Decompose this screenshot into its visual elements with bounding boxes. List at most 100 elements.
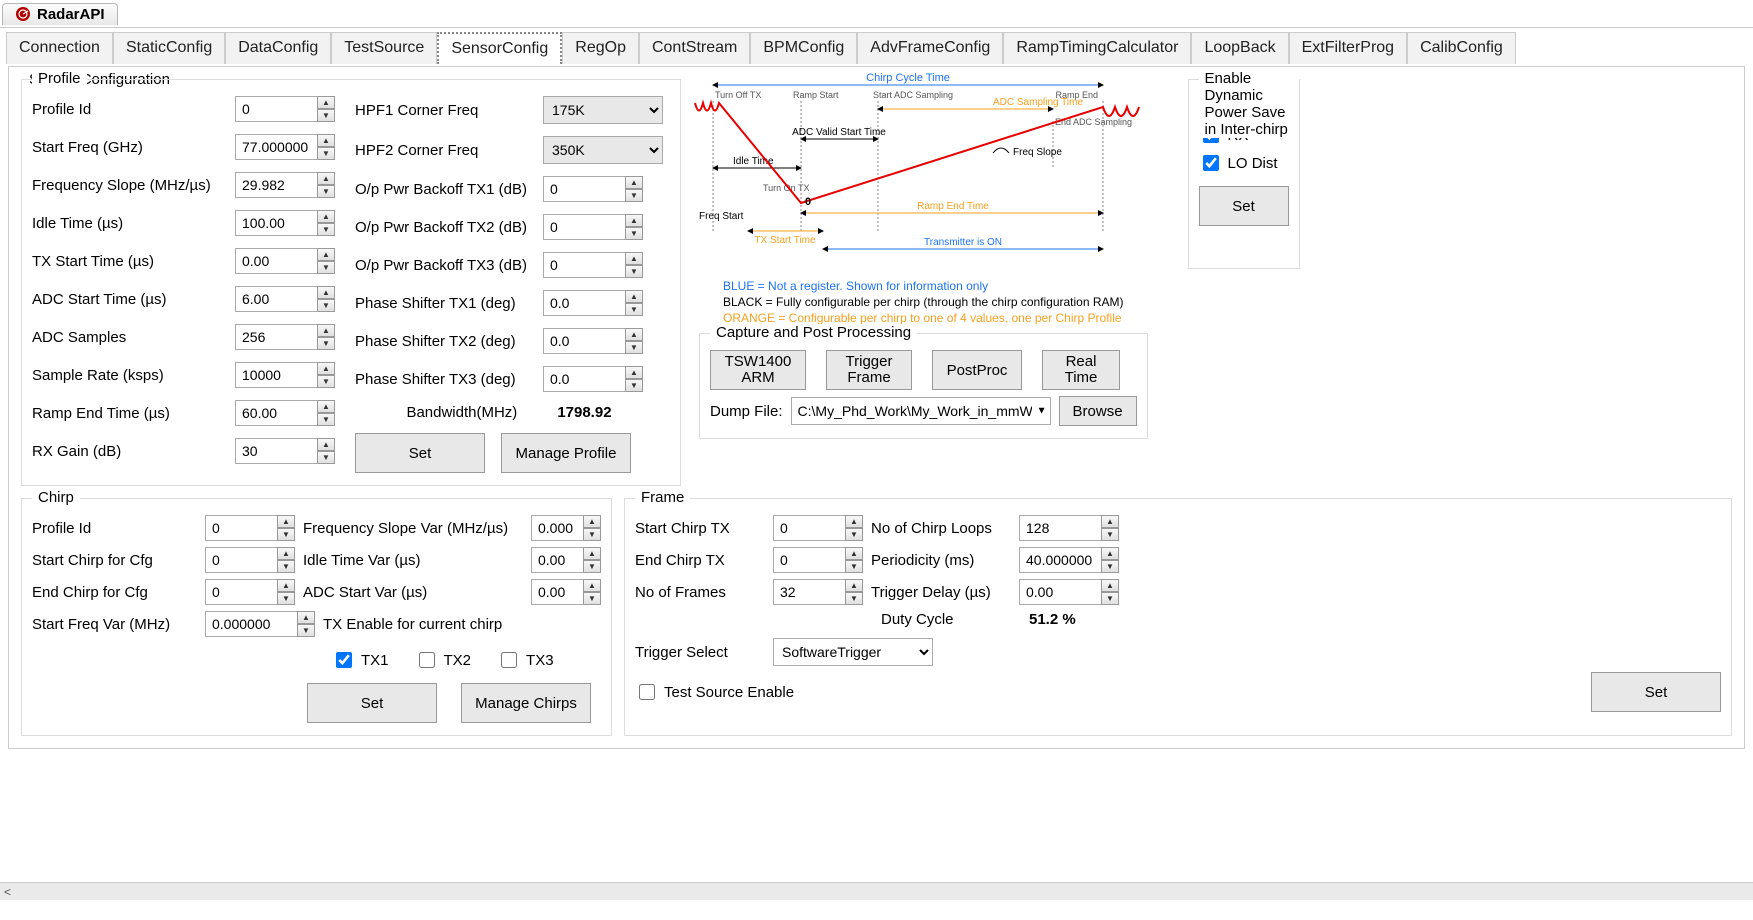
tab-dataconfig[interactable]: DataConfig	[225, 32, 331, 64]
spin-down-icon[interactable]: ▼	[625, 265, 643, 278]
tab-loopback[interactable]: LoopBack	[1191, 32, 1288, 64]
chirp-tx1-checkbox[interactable]	[336, 652, 352, 668]
spin-up-icon[interactable]: ▲	[277, 579, 295, 592]
spin-up-icon[interactable]: ▲	[1101, 579, 1119, 592]
spin-down-icon[interactable]: ▼	[317, 299, 335, 312]
spin-down-icon[interactable]: ▼	[845, 560, 863, 573]
freqslope-label: Frequency Slope (MHz/µs)	[32, 177, 227, 194]
spin-up-icon[interactable]: ▲	[625, 176, 643, 189]
spin-up-icon[interactable]: ▲	[583, 547, 601, 560]
spin-up-icon[interactable]: ▲	[277, 515, 295, 528]
window-title-tab[interactable]: RadarAPI	[2, 3, 118, 25]
tab-contstream[interactable]: ContStream	[639, 32, 750, 64]
chirp-tx2-checkbox[interactable]	[419, 652, 435, 668]
spin-up-icon[interactable]: ▲	[625, 366, 643, 379]
spin-up-icon[interactable]: ▲	[625, 252, 643, 265]
tab-ramptimingcalc[interactable]: RampTimingCalculator	[1003, 32, 1191, 64]
spin-up-icon[interactable]: ▲	[277, 547, 295, 560]
spin-up-icon[interactable]: ▲	[583, 579, 601, 592]
spin-down-icon[interactable]: ▼	[625, 227, 643, 240]
frame-testsource-checkbox[interactable]	[639, 684, 655, 700]
tab-sensorconfig[interactable]: SensorConfig	[437, 32, 562, 64]
spin-up-icon[interactable]: ▲	[317, 134, 335, 147]
scroll-left-icon[interactable]: <	[4, 885, 11, 899]
trigger-frame-button[interactable]: Trigger Frame	[826, 350, 912, 390]
tab-bpmconfig[interactable]: BPMConfig	[750, 32, 857, 64]
spin-down-icon[interactable]: ▼	[317, 147, 335, 160]
chirp-tx3-checkbox[interactable]	[501, 652, 517, 668]
adcstart-label: ADC Start Time (µs)	[32, 291, 227, 308]
ps-lo-checkbox[interactable]	[1203, 155, 1219, 171]
spin-up-icon[interactable]: ▲	[845, 515, 863, 528]
browse-button[interactable]: Browse	[1059, 396, 1137, 426]
spin-up-icon[interactable]: ▲	[317, 248, 335, 261]
spin-down-icon[interactable]: ▼	[277, 592, 295, 605]
tab-extfilterprog[interactable]: ExtFilterProg	[1289, 32, 1407, 64]
tab-advframeconfig[interactable]: AdvFrameConfig	[857, 32, 1003, 64]
spin-up-icon[interactable]: ▲	[625, 290, 643, 303]
ps-set-button[interactable]: Set	[1199, 186, 1289, 226]
svg-text:ADC Sampling Time: ADC Sampling Time	[993, 97, 1083, 108]
hpf2-select[interactable]: 350K	[543, 136, 663, 164]
spin-up-icon[interactable]: ▲	[297, 611, 315, 624]
spin-down-icon[interactable]: ▼	[277, 528, 295, 541]
spin-up-icon[interactable]: ▲	[845, 579, 863, 592]
spin-up-icon[interactable]: ▲	[317, 210, 335, 223]
realtime-button[interactable]: Real Time	[1042, 350, 1120, 390]
spin-up-icon[interactable]: ▲	[317, 438, 335, 451]
spin-down-icon[interactable]: ▼	[845, 592, 863, 605]
spin-down-icon[interactable]: ▼	[1101, 528, 1119, 541]
spin-down-icon[interactable]: ▼	[625, 341, 643, 354]
spin-up-icon[interactable]: ▲	[845, 547, 863, 560]
spin-down-icon[interactable]: ▼	[317, 185, 335, 198]
spin-down-icon[interactable]: ▼	[583, 592, 601, 605]
tab-regop[interactable]: RegOp	[562, 32, 639, 64]
spin-down-icon[interactable]: ▼	[277, 560, 295, 573]
spin-down-icon[interactable]: ▼	[583, 528, 601, 541]
spin-down-icon[interactable]: ▼	[317, 109, 335, 122]
spin-down-icon[interactable]: ▼	[1101, 592, 1119, 605]
tab-calibconfig[interactable]: CalibConfig	[1407, 32, 1516, 64]
tab-testsource[interactable]: TestSource	[331, 32, 437, 64]
spin-down-icon[interactable]: ▼	[625, 379, 643, 392]
dumpfile-input[interactable]	[791, 397, 1051, 425]
hpf1-select[interactable]: 175K	[543, 96, 663, 124]
frame-trigger-label: Trigger Select	[635, 644, 765, 661]
spin-up-icon[interactable]: ▲	[1101, 547, 1119, 560]
spin-down-icon[interactable]: ▼	[845, 528, 863, 541]
frame-trigger-select[interactable]: SoftwareTrigger	[773, 638, 933, 666]
spin-up-icon[interactable]: ▲	[317, 172, 335, 185]
chirp-manage-button[interactable]: Manage Chirps	[461, 683, 591, 723]
frame-nloops-label: No of Chirp Loops	[871, 520, 1011, 537]
chirp-set-button[interactable]: Set	[307, 683, 437, 723]
frame-set-button[interactable]: Set	[1591, 672, 1721, 712]
spin-down-icon[interactable]: ▼	[317, 223, 335, 236]
spin-up-icon[interactable]: ▲	[1101, 515, 1119, 528]
tab-connection[interactable]: Connection	[6, 32, 113, 64]
spin-down-icon[interactable]: ▼	[583, 560, 601, 573]
spin-down-icon[interactable]: ▼	[317, 413, 335, 426]
spin-down-icon[interactable]: ▼	[625, 189, 643, 202]
spin-up-icon[interactable]: ▲	[625, 328, 643, 341]
chirp-adcv-label: ADC Start Var (µs)	[303, 584, 523, 601]
tab-staticconfig[interactable]: StaticConfig	[113, 32, 225, 64]
postproc-button[interactable]: PostProc	[932, 350, 1022, 390]
spin-up-icon[interactable]: ▲	[317, 286, 335, 299]
spin-up-icon[interactable]: ▲	[317, 362, 335, 375]
spin-down-icon[interactable]: ▼	[297, 624, 315, 637]
spin-down-icon[interactable]: ▼	[625, 303, 643, 316]
spin-down-icon[interactable]: ▼	[317, 451, 335, 464]
spin-up-icon[interactable]: ▲	[317, 324, 335, 337]
spin-up-icon[interactable]: ▲	[583, 515, 601, 528]
horizontal-scrollbar[interactable]: <	[0, 882, 1753, 900]
profile-set-button[interactable]: Set	[355, 433, 485, 473]
spin-up-icon[interactable]: ▲	[317, 96, 335, 109]
tsw-button[interactable]: TSW1400 ARM	[710, 350, 806, 390]
spin-down-icon[interactable]: ▼	[317, 375, 335, 388]
spin-down-icon[interactable]: ▼	[317, 337, 335, 350]
spin-up-icon[interactable]: ▲	[317, 400, 335, 413]
spin-up-icon[interactable]: ▲	[625, 214, 643, 227]
spin-down-icon[interactable]: ▼	[317, 261, 335, 274]
profile-manage-button[interactable]: Manage Profile	[501, 433, 631, 473]
spin-down-icon[interactable]: ▼	[1101, 560, 1119, 573]
